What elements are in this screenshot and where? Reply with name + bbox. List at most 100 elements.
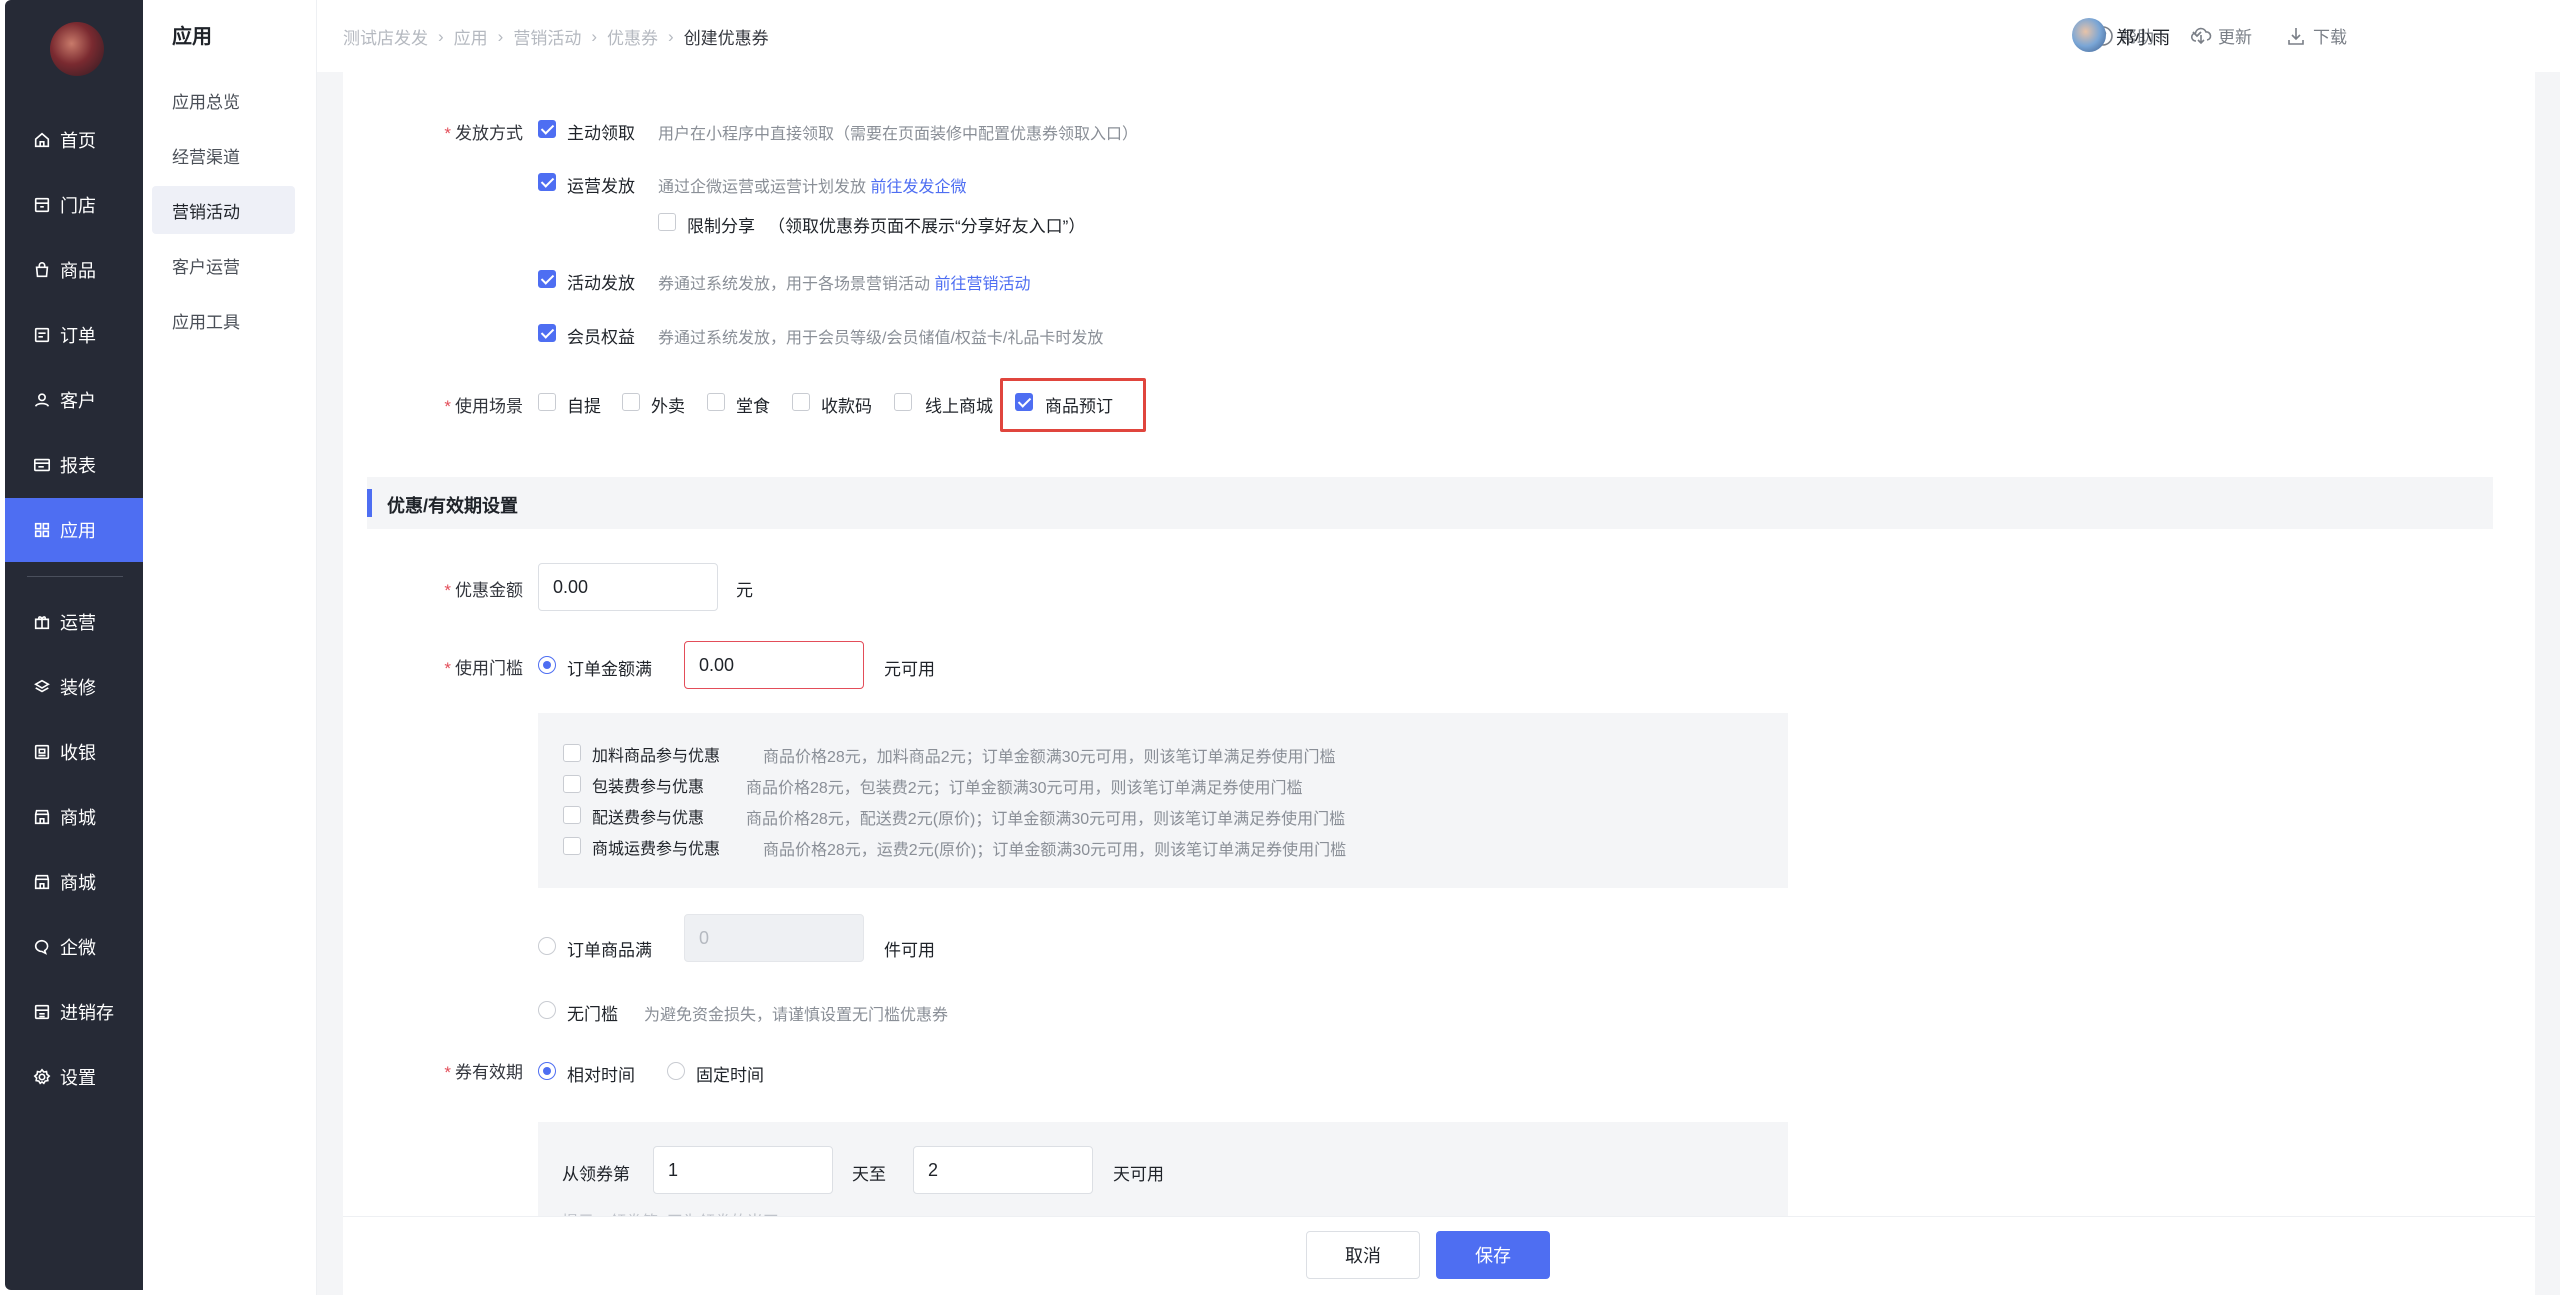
save-button[interactable]: 保存 [1436,1231,1550,1279]
option-hint: （领取优惠券页面不展示“分享好友入口”） [768,217,1086,236]
download-icon [2288,27,2304,45]
nav-item-goods[interactable]: 商品 [5,238,143,302]
checkbox-scene-dinein[interactable] [707,393,725,411]
radio-relative-time[interactable] [538,1062,556,1080]
nav-item-label: 商城 [60,873,96,893]
discount-amount-input[interactable]: 0.00 [538,563,718,611]
threshold-amount-unit: 元可用 [884,660,935,679]
chevron-down-icon[interactable] [2190,27,2204,41]
subnav-item-customer-ops[interactable]: 客户运营 [152,241,295,289]
layers-icon [34,679,50,693]
validity-to-input[interactable]: 2 [913,1146,1093,1194]
nav-item-label: 报表 [60,456,96,476]
checkbox-extra-addon[interactable] [563,744,581,762]
apps-icon [34,522,50,538]
nav-item-operation[interactable]: 运营 [5,590,143,654]
subnav-item-tools[interactable]: 应用工具 [152,296,295,344]
nav-item-orders[interactable]: 订单 [5,303,143,367]
download-button[interactable]: 下载 [2285,23,2347,48]
scene-label: * 使用场景 [444,397,523,416]
validity-to-label: 天至 [852,1165,886,1184]
item-count-unit: 件可用 [884,941,935,960]
shop-avatar[interactable] [50,22,104,76]
nav-item-label: 设置 [60,1068,96,1088]
checkbox-scene-delivery[interactable] [622,393,640,411]
option-label: 主动领取 [567,124,635,143]
threshold-amount-input[interactable]: 0.00 [684,641,864,689]
nav-item-wecom[interactable]: 企微 [5,915,143,979]
breadcrumb-separator-icon: › [497,26,504,46]
checkbox-scene-online-mall[interactable] [894,393,912,411]
nav-item-customers[interactable]: 客户 [5,368,143,432]
checkbox-ops-issue[interactable] [538,173,556,191]
nav-item-label: 企微 [60,938,96,958]
checkbox-limit-share[interactable] [658,213,676,231]
radio-fixed-time[interactable] [667,1062,685,1080]
nav-item-label: 门店 [60,196,96,216]
checkbox-active-claim[interactable] [538,120,556,138]
item-count-input[interactable]: 0 [684,914,864,962]
checkbox-activity-issue[interactable] [538,270,556,288]
nav-item-settings[interactable]: 设置 [5,1045,143,1109]
cancel-button[interactable]: 取消 [1306,1231,1420,1279]
home-icon [34,132,50,148]
nav-item-home[interactable]: 首页 [5,108,143,172]
radio-order-amount[interactable] [538,656,556,674]
validity-from-input[interactable]: 1 [653,1146,833,1194]
subnav-item-marketing[interactable]: 营销活动 [152,186,295,234]
link-marketing[interactable]: 前往营销活动 [934,276,1030,293]
mall-icon [34,874,50,890]
scene-option-label: 自提 [567,397,601,416]
checkbox-scene-paycode[interactable] [792,393,810,411]
nav-item-label: 运营 [60,613,96,633]
gift-icon [34,616,50,630]
nav-item-apps[interactable]: 应用 [5,498,143,562]
extra-hint: 商品价格28元，包装费2元；订单金额满30元可用，则该笔订单满足券使用门槛 [746,780,1303,797]
nav-item-decoration[interactable]: 装修 [5,655,143,719]
option-hint: 券通过系统发放，用于各场景营销活动 前往营销活动 [658,276,1031,293]
nav-item-store[interactable]: 门店 [5,173,143,237]
user-name[interactable]: 郑小雨 [2116,24,2170,50]
nav-item-mall-1[interactable]: 商城 [5,785,143,849]
radio-no-threshold[interactable] [538,1001,556,1019]
checkbox-scene-pickup[interactable] [538,393,556,411]
extra-hint: 商品价格28元，运费2元(原价)；订单金额满30元可用，则该笔订单满足券使用门槛 [763,842,1347,859]
scene-option-label: 收款码 [821,397,872,416]
nav-item-reports[interactable]: 报表 [5,433,143,497]
threshold-label: * 使用门槛 [444,659,523,678]
breadcrumb-item[interactable]: 优惠券 [607,24,658,49]
checkbox-member-benefit[interactable] [538,324,556,342]
subnav-item-overview[interactable]: 应用总览 [152,76,295,124]
user-icon [34,393,50,407]
no-threshold-hint: 为避免资金损失，请谨慎设置无门槛优惠券 [644,1007,949,1024]
nav-item-label: 收银 [60,743,96,763]
breadcrumb-separator-icon: › [438,26,444,46]
breadcrumb-item[interactable]: 测试店发发 [343,24,428,49]
breadcrumb-item[interactable]: 营销活动 [513,24,581,49]
extra-label: 加料商品参与优惠 [592,748,721,765]
nav-item-inventory[interactable]: 进销存 [5,980,143,1044]
section-accent-bar [367,489,372,517]
link-wecom[interactable]: 前往发发企微 [870,179,966,196]
nav-item-cashier[interactable]: 收银 [5,720,143,784]
validity-unit: 天可用 [1113,1165,1164,1184]
scene-option-label: 堂食 [736,397,770,416]
checkbox-extra-mall-shipping[interactable] [563,837,581,855]
download-label: 下载 [2313,28,2347,47]
nav-item-label: 商品 [60,261,96,281]
nav-item-mall-2[interactable]: 商城 [5,850,143,914]
nav-item-label: 商城 [60,808,96,828]
checkbox-extra-delivery-fee[interactable] [563,806,581,824]
subnav-item-channels[interactable]: 经营渠道 [152,131,295,179]
extra-hint: 商品价格28元，加料商品2元；订单金额满30元可用，则该笔订单满足券使用门槛 [763,749,1336,766]
radio-label: 相对时间 [567,1066,635,1085]
breadcrumb-item[interactable]: 应用 [454,24,488,49]
mall-icon [34,809,50,825]
nav-item-label: 订单 [60,326,96,346]
radio-item-count[interactable] [538,937,556,955]
option-label: 限制分享 [687,217,755,236]
extra-label: 商城运费参与优惠 [592,841,721,858]
checkbox-extra-packaging[interactable] [563,775,581,793]
user-avatar[interactable] [2072,18,2106,52]
content-area: * 发放方式 主动领取 用户在小程序中直接领取（需要在页面装修中配置优惠券领取入口… [317,72,2560,1295]
